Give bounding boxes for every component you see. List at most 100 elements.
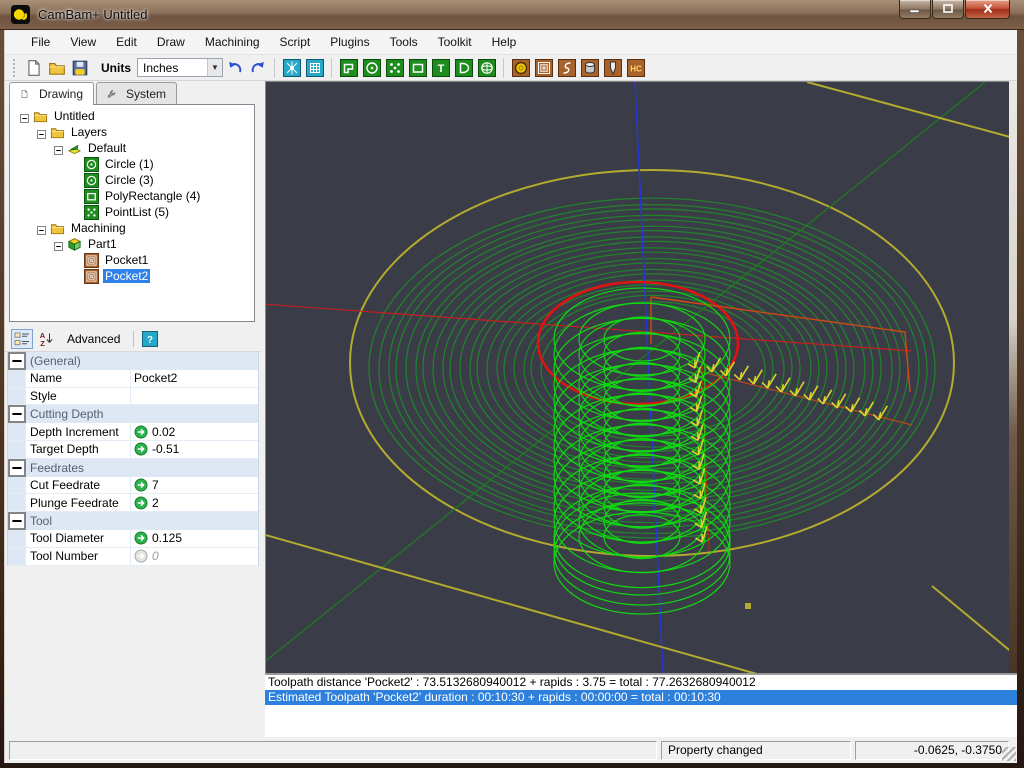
property-value[interactable]: 0.02 xyxy=(130,423,258,440)
alphabetical-sort-button[interactable]: AZ xyxy=(35,329,57,349)
menu-tools[interactable]: Tools xyxy=(380,31,428,53)
draw-pointlist-icon[interactable] xyxy=(384,57,405,78)
property-row-style[interactable]: Style xyxy=(8,388,258,406)
menu-edit[interactable]: Edit xyxy=(106,31,147,53)
toolbar-separator xyxy=(331,58,332,78)
menu-toolkit[interactable]: Toolkit xyxy=(428,31,482,53)
property-value[interactable]: 7 xyxy=(130,477,258,494)
tab-system[interactable]: System xyxy=(96,82,177,104)
property-row-name[interactable]: NamePocket2 xyxy=(8,370,258,388)
maximize-button[interactable] xyxy=(932,0,964,19)
tree-item-pocket1[interactable]: Pocket1 xyxy=(10,252,254,268)
menu-draw[interactable]: Draw xyxy=(147,31,195,53)
draw-circle-icon[interactable] xyxy=(361,57,382,78)
tree-item-circle-3-[interactable]: Circle (3) xyxy=(10,172,254,188)
close-button[interactable] xyxy=(965,0,1010,19)
tree-item-pointlist-5-[interactable]: PointList (5) xyxy=(10,204,254,220)
draw-polyline-icon[interactable] xyxy=(338,57,359,78)
property-category-cutting-depth[interactable]: Cutting Depth xyxy=(8,405,258,423)
property-value[interactable]: Pocket2 xyxy=(130,370,258,387)
save-file-icon[interactable] xyxy=(69,57,90,78)
menu-bar: FileViewEditDrawMachiningScriptPluginsTo… xyxy=(5,30,1017,55)
redo-icon[interactable] xyxy=(247,57,268,78)
help-button[interactable]: ? xyxy=(139,329,161,349)
message-line[interactable]: Toolpath distance 'Pocket2' : 73.5132680… xyxy=(265,675,1017,690)
property-category-tool[interactable]: Tool xyxy=(8,512,258,530)
categorized-view-button[interactable] xyxy=(11,329,33,349)
mop-engrave-icon[interactable] xyxy=(556,57,577,78)
main-toolbar: Units Inches▼ T HC xyxy=(5,55,1017,81)
undo-icon[interactable] xyxy=(224,57,245,78)
chevron-down-icon[interactable]: ▼ xyxy=(207,59,222,76)
menu-file[interactable]: File xyxy=(21,31,60,53)
property-value[interactable] xyxy=(130,388,258,405)
property-value[interactable]: -0.51 xyxy=(130,441,258,458)
tree-item-part1[interactable]: Part1 xyxy=(10,236,254,252)
tree-item-untitled[interactable]: Untitled xyxy=(10,108,254,124)
property-row-target-depth[interactable]: Target Depth-0.51 xyxy=(8,441,258,459)
expand-toggle[interactable] xyxy=(20,112,29,121)
gCircle-icon xyxy=(84,157,99,172)
default-value-icon[interactable] xyxy=(134,425,148,439)
draw-surface-icon[interactable] xyxy=(476,57,497,78)
draw-rectangle-icon[interactable] xyxy=(407,57,428,78)
property-row-tool-diameter[interactable]: Tool Diameter0.125 xyxy=(8,530,258,548)
folder-icon xyxy=(33,109,48,124)
units-label: Units xyxy=(101,61,131,75)
default-value-icon[interactable] xyxy=(134,549,148,563)
tree-item-pocket2[interactable]: Pocket2 xyxy=(10,268,254,284)
expand-toggle[interactable] xyxy=(37,224,46,233)
tree-item-default[interactable]: Default xyxy=(10,140,254,156)
units-dropdown[interactable]: Inches▼ xyxy=(137,58,223,77)
mop-drill-icon[interactable] xyxy=(510,57,531,78)
property-row-plunge-feedrate[interactable]: Plunge Feedrate2 xyxy=(8,494,258,512)
expand-toggle[interactable] xyxy=(54,240,63,249)
snap-point-icon[interactable] xyxy=(281,57,302,78)
category-collapse-icon[interactable] xyxy=(8,405,26,423)
tree-item-label: Part1 xyxy=(86,237,119,251)
default-value-icon[interactable] xyxy=(134,478,148,492)
menu-help[interactable]: Help xyxy=(482,31,527,53)
default-value-icon[interactable] xyxy=(134,442,148,456)
property-category-feedrates[interactable]: Feedrates xyxy=(8,459,258,477)
draw-arc-icon[interactable] xyxy=(453,57,474,78)
menu-view[interactable]: View xyxy=(60,31,106,53)
advanced-button[interactable]: Advanced xyxy=(59,330,128,348)
title-bar[interactable]: CamBam+ Untitled xyxy=(0,0,1024,30)
mop-heightmap-icon[interactable]: HC xyxy=(625,57,646,78)
category-collapse-icon[interactable] xyxy=(8,459,26,477)
tree-item-machining[interactable]: Machining xyxy=(10,220,254,236)
property-row-tool-number[interactable]: Tool Number0 xyxy=(8,548,258,566)
svg-text:T: T xyxy=(437,63,444,75)
minimize-button[interactable] xyxy=(899,0,931,19)
open-file-icon[interactable] xyxy=(46,57,67,78)
mop-pocket-icon[interactable] xyxy=(533,57,554,78)
tree-item-layers[interactable]: Layers xyxy=(10,124,254,140)
property-value[interactable]: 0 xyxy=(130,548,258,565)
property-row-cut-feedrate[interactable]: Cut Feedrate7 xyxy=(8,477,258,495)
draw-text-icon[interactable]: T xyxy=(430,57,451,78)
expand-toggle[interactable] xyxy=(37,128,46,137)
viewport-3d[interactable] xyxy=(265,81,1009,673)
tree-item-polyrectangle-4-[interactable]: PolyRectangle (4) xyxy=(10,188,254,204)
snap-grid-icon[interactable] xyxy=(304,57,325,78)
category-collapse-icon[interactable] xyxy=(8,352,26,370)
mop-vbit-icon[interactable] xyxy=(602,57,623,78)
tab-drawing[interactable]: Drawing xyxy=(9,82,94,105)
default-value-icon[interactable] xyxy=(134,531,148,545)
menu-machining[interactable]: Machining xyxy=(195,31,270,53)
menu-script[interactable]: Script xyxy=(270,31,321,53)
resize-grip[interactable] xyxy=(1002,747,1016,761)
property-value[interactable]: 2 xyxy=(130,494,258,511)
new-file-icon[interactable] xyxy=(23,57,44,78)
message-line[interactable]: Estimated Toolpath 'Pocket2' duration : … xyxy=(265,690,1017,705)
mop-profile-icon[interactable] xyxy=(579,57,600,78)
property-row-depth-increment[interactable]: Depth Increment0.02 xyxy=(8,423,258,441)
tree-item-circle-1-[interactable]: Circle (1) xyxy=(10,156,254,172)
category-collapse-icon[interactable] xyxy=(8,512,26,530)
menu-plugins[interactable]: Plugins xyxy=(320,31,379,53)
property-value[interactable]: 0.125 xyxy=(130,530,258,547)
property-category--general-[interactable]: (General) xyxy=(8,352,258,370)
expand-toggle[interactable] xyxy=(54,144,63,153)
default-value-icon[interactable] xyxy=(134,496,148,510)
